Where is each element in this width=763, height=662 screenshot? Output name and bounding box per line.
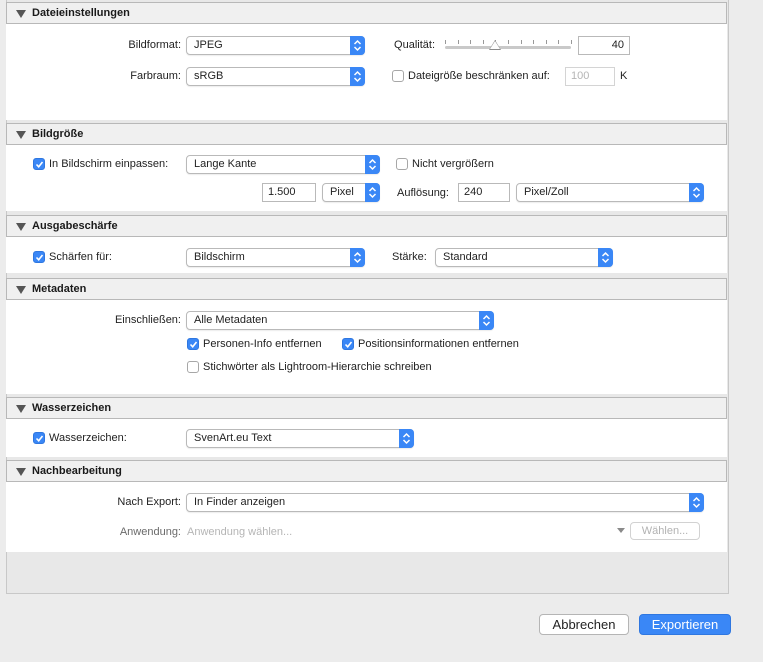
einschliessen-select[interactable]: Alle Metadaten: [186, 311, 494, 330]
in-bildschirm-label: In Bildschirm einpassen:: [49, 158, 169, 170]
nicht-vergroessern-checkbox[interactable]: [396, 158, 408, 170]
groesse-unit-value: Pixel: [330, 186, 354, 198]
anwendung-dropdown-icon[interactable]: [617, 528, 625, 533]
section-title: Wasserzeichen: [32, 402, 112, 414]
einschliessen-value: Alle Metadaten: [194, 314, 268, 326]
select-stepper-icon: [689, 183, 704, 202]
section-header-metadaten[interactable]: Metadaten: [6, 278, 727, 300]
slider-tick: [445, 40, 446, 44]
wasserzeichen-value: SvenArt.eu Text: [194, 432, 272, 444]
disclosure-triangle-icon: [16, 405, 26, 413]
section-header-wasserzeichen[interactable]: Wasserzeichen: [6, 397, 727, 419]
dateigroesse-label: Dateigröße beschränken auf:: [408, 70, 550, 82]
select-stepper-icon: [365, 183, 380, 202]
checkmark-icon: [35, 161, 44, 169]
positionsinfo-label: Positionsinformationen entfernen: [358, 338, 519, 350]
schaerfen-checkbox[interactable]: [33, 251, 45, 263]
section-header-dateieinstellungen[interactable]: Dateieinstellungen: [6, 2, 727, 24]
disclosure-triangle-icon: [16, 10, 26, 18]
slider-tick: [508, 40, 509, 44]
nach-export-label: Nach Export:: [117, 496, 181, 508]
schaerfen-label: Schärfen für:: [49, 251, 112, 263]
stichwoerter-checkbox[interactable]: [187, 361, 199, 373]
qualitaet-label: Qualität:: [394, 39, 435, 51]
select-stepper-icon: [399, 429, 414, 448]
checkmark-icon: [344, 341, 353, 349]
slider-tick: [483, 40, 484, 44]
dateigroesse-input[interactable]: 100: [565, 67, 615, 86]
disclosure-triangle-icon: [16, 468, 26, 476]
select-stepper-icon: [350, 248, 365, 267]
waehlen-button[interactable]: Wählen...: [630, 522, 700, 540]
select-stepper-icon: [598, 248, 613, 267]
anwendung-field[interactable]: Anwendung wählen...: [187, 525, 292, 539]
nach-export-select[interactable]: In Finder anzeigen: [186, 493, 704, 512]
section-title: Metadaten: [32, 283, 87, 295]
anwendung-label: Anwendung:: [119, 526, 181, 538]
nach-export-value: In Finder anzeigen: [194, 496, 286, 508]
staerke-label: Stärke:: [392, 251, 427, 263]
wasserzeichen-checkbox[interactable]: [33, 432, 45, 444]
groesse-input[interactable]: 1.500: [262, 183, 316, 202]
slider-tick: [546, 40, 547, 44]
section-header-bildgroesse[interactable]: Bildgröße: [6, 123, 727, 145]
aufloesung-input[interactable]: 240: [458, 183, 510, 202]
disclosure-triangle-icon: [16, 131, 26, 139]
qualitaet-input[interactable]: 40: [578, 36, 630, 55]
in-bildschirm-value: Lange Kante: [194, 158, 257, 170]
section-body-ausgabeschaerfe: [6, 237, 727, 273]
select-stepper-icon: [689, 493, 704, 512]
section-header-nachbearbeitung[interactable]: Nachbearbeitung: [6, 460, 727, 482]
section-title: Nachbearbeitung: [32, 465, 122, 477]
slider-tick: [533, 40, 534, 44]
wasserzeichen-label: Wasserzeichen:: [49, 432, 127, 444]
disclosure-triangle-icon: [16, 286, 26, 294]
slider-tick: [470, 40, 471, 44]
farbraum-value: sRGB: [194, 70, 224, 82]
exportieren-button[interactable]: Exportieren: [639, 614, 731, 635]
in-bildschirm-select[interactable]: Lange Kante: [186, 155, 380, 174]
farbraum-label: Farbraum:: [130, 70, 181, 82]
checkmark-icon: [35, 254, 44, 262]
select-stepper-icon: [479, 311, 494, 330]
slider-tick: [521, 40, 522, 44]
personen-info-checkbox[interactable]: [187, 338, 199, 350]
slider-tick: [571, 40, 572, 44]
dateigroesse-checkbox[interactable]: [392, 70, 404, 82]
staerke-value: Standard: [443, 251, 488, 263]
nicht-vergroessern-label: Nicht vergrößern: [412, 158, 494, 170]
in-bildschirm-checkbox[interactable]: [33, 158, 45, 170]
schaerfen-value: Bildschirm: [194, 251, 245, 263]
select-stepper-icon: [350, 67, 365, 86]
checkmark-icon: [35, 435, 44, 443]
schaerfen-select[interactable]: Bildschirm: [186, 248, 365, 267]
disclosure-triangle-icon: [16, 223, 26, 231]
abbrechen-button[interactable]: Abbrechen: [539, 614, 629, 635]
bildformat-value: JPEG: [194, 39, 223, 51]
slider-tick: [558, 40, 559, 44]
section-header-ausgabeschaerfe[interactable]: Ausgabeschärfe: [6, 215, 727, 237]
groesse-unit-select[interactable]: Pixel: [322, 183, 380, 202]
aufloesung-unit-value: Pixel/Zoll: [524, 186, 569, 198]
checkmark-icon: [189, 341, 198, 349]
select-stepper-icon: [365, 155, 380, 174]
wasserzeichen-select[interactable]: SvenArt.eu Text: [186, 429, 414, 448]
section-title: Dateieinstellungen: [32, 7, 130, 19]
aufloesung-label: Auflösung:: [397, 187, 449, 199]
qualitaet-slider[interactable]: [445, 46, 571, 49]
section-title: Bildgröße: [32, 128, 84, 140]
section-title: Ausgabeschärfe: [32, 220, 118, 232]
slider-tick: [458, 40, 459, 44]
bildformat-label: Bildformat:: [128, 39, 181, 51]
farbraum-select[interactable]: sRGB: [186, 67, 365, 86]
dateigroesse-unit: K: [620, 70, 628, 82]
personen-info-label: Personen-Info entfernen: [203, 338, 322, 350]
aufloesung-unit-select[interactable]: Pixel/Zoll: [516, 183, 704, 202]
staerke-select[interactable]: Standard: [435, 248, 613, 267]
einschliessen-label: Einschließen:: [114, 314, 181, 326]
qualitaet-slider-thumb[interactable]: [489, 40, 502, 50]
stichwoerter-label: Stichwörter als Lightroom-Hierarchie sch…: [203, 361, 432, 373]
positionsinfo-checkbox[interactable]: [342, 338, 354, 350]
